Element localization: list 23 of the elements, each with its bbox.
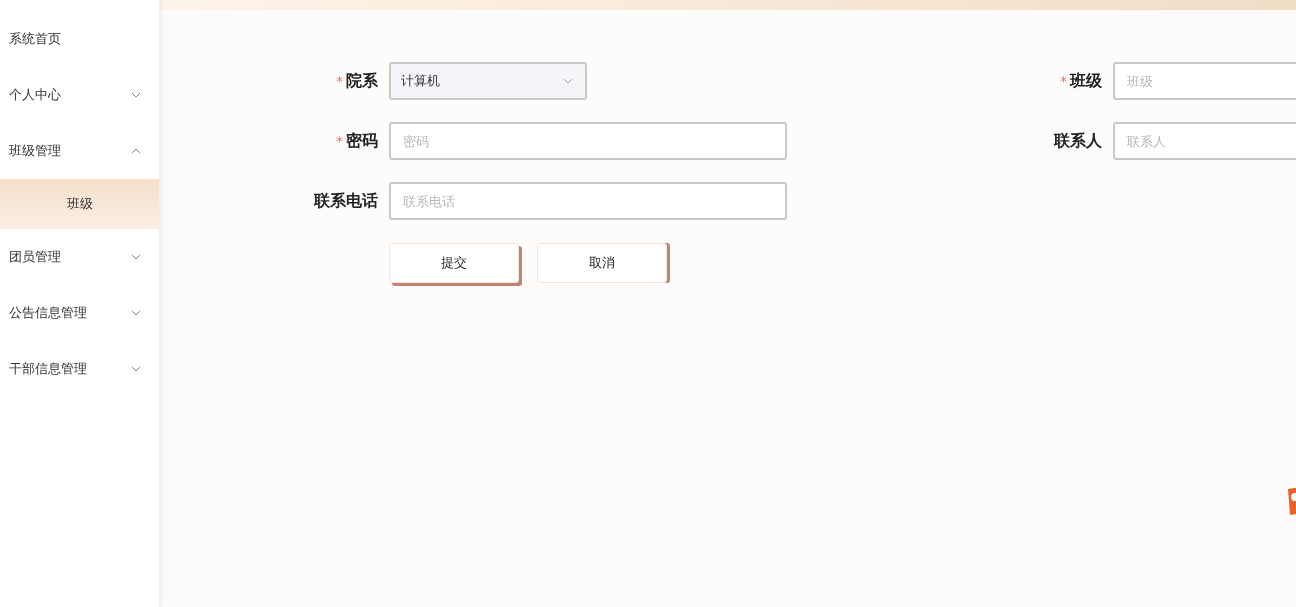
submit-button[interactable]: 提交 (389, 243, 519, 283)
field-label: 密码 (346, 130, 378, 152)
required-mark: * (336, 73, 343, 89)
field-label: 联系人 (1054, 130, 1102, 152)
sidebar-item[interactable]: 团员管理 (0, 229, 159, 285)
sidebar-item[interactable]: 个人中心 (0, 67, 159, 123)
required-mark: * (1060, 73, 1067, 89)
select-field[interactable]: 计算机 (389, 62, 587, 100)
chevron-down-icon (563, 78, 573, 84)
required-mark: * (336, 133, 343, 149)
field-label: 班级 (1070, 70, 1102, 92)
field-label: 院系 (346, 70, 378, 92)
input-field[interactable]: 联系人 (1113, 122, 1296, 160)
input-field[interactable]: 联系电话 (389, 182, 787, 220)
sidebar-item[interactable]: 干部信息管理 (0, 341, 159, 397)
input-field[interactable]: 班级 (1113, 62, 1296, 100)
sidebar-item[interactable]: 班级管理 (0, 123, 159, 179)
cancel-button[interactable]: 取消 (537, 243, 667, 283)
sidebar-item[interactable]: 系统首页 (0, 11, 159, 67)
input-field[interactable]: 密码 (389, 122, 787, 160)
field-label: 联系电话 (314, 190, 378, 212)
sidebar-item[interactable]: 公告信息管理 (0, 285, 159, 341)
sidebar-subitem[interactable]: 班级 (0, 179, 159, 229)
